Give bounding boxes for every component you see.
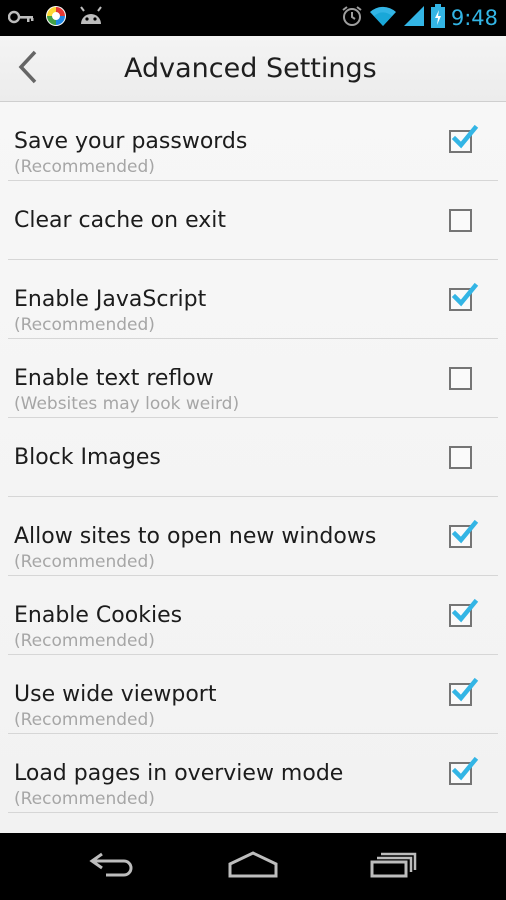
alarm-icon (341, 5, 363, 31)
setting-label: Block Images (14, 445, 161, 470)
status-time: 9:48 (450, 6, 498, 30)
setting-row-clear-cache[interactable]: Clear cache on exit (0, 181, 506, 260)
checkmark-icon (451, 519, 479, 544)
checkbox-cookies[interactable] (449, 598, 479, 627)
app-color-icon (44, 4, 68, 32)
divider (8, 812, 498, 813)
checkbox-javascript[interactable] (449, 282, 479, 311)
checkbox-new-windows[interactable] (449, 519, 479, 548)
setting-row-cookies[interactable]: Enable Cookies (Recommended) (0, 576, 506, 655)
nav-back-button[interactable] (77, 843, 147, 889)
navigation-bar (0, 833, 506, 900)
setting-row-wide-viewport[interactable]: Use wide viewport (Recommended) (0, 655, 506, 734)
home-nav-icon (226, 850, 280, 882)
recent-apps-icon (369, 850, 419, 882)
setting-label: Enable Cookies (14, 603, 183, 628)
nav-recent-button[interactable] (359, 843, 429, 889)
setting-row-javascript[interactable]: Enable JavaScript (Recommended) (0, 260, 506, 339)
setting-sub: (Recommended) (14, 315, 155, 335)
action-bar: Advanced Settings (0, 36, 506, 102)
setting-label: Allow sites to open new windows (14, 524, 377, 549)
setting-row-text-reflow[interactable]: Enable text reflow (Websites may look we… (0, 339, 506, 418)
checkmark-icon (451, 677, 479, 702)
wifi-icon (369, 5, 397, 31)
checkbox-text-reflow[interactable] (449, 367, 472, 390)
setting-sub: (Recommended) (14, 157, 155, 177)
setting-label: Use wide viewport (14, 682, 217, 707)
signal-icon (403, 5, 425, 31)
checkmark-icon (451, 756, 479, 781)
key-icon (7, 9, 34, 28)
checkbox-overview-mode[interactable] (449, 756, 479, 785)
setting-sub: (Recommended) (14, 789, 155, 809)
android-icon (78, 6, 104, 30)
setting-sub: (Recommended) (14, 710, 155, 730)
battery-charging-icon (430, 4, 445, 32)
checkmark-icon (451, 598, 479, 623)
checkmark-icon (451, 124, 479, 149)
back-nav-icon (88, 850, 136, 882)
setting-sub: (Recommended) (14, 552, 155, 572)
setting-row-new-windows[interactable]: Allow sites to open new windows (Recomme… (0, 497, 506, 576)
chevron-left-icon (17, 50, 39, 88)
setting-row-save-passwords[interactable]: Save your passwords (Recommended) (0, 102, 506, 181)
status-bar: 9:48 (0, 0, 506, 36)
setting-label: Enable text reflow (14, 366, 214, 391)
setting-label: Clear cache on exit (14, 208, 226, 233)
checkbox-save-passwords[interactable] (449, 124, 479, 153)
setting-row-overview-mode[interactable]: Load pages in overview mode (Recommended… (0, 734, 506, 813)
checkbox-wide-viewport[interactable] (449, 677, 479, 706)
setting-label: Save your passwords (14, 129, 248, 154)
checkmark-icon (451, 282, 479, 307)
nav-home-button[interactable] (218, 843, 288, 889)
setting-sub: (Websites may look weird) (14, 394, 240, 414)
settings-list: Save your passwords (Recommended) Clear … (0, 102, 506, 833)
checkbox-clear-cache[interactable] (449, 209, 472, 232)
back-button[interactable] (0, 36, 56, 102)
checkbox-block-images[interactable] (449, 446, 472, 469)
setting-label: Load pages in overview mode (14, 761, 344, 786)
setting-row-block-images[interactable]: Block Images (0, 418, 506, 497)
setting-sub: (Recommended) (14, 631, 155, 651)
page-title: Advanced Settings (124, 53, 377, 84)
setting-label: Enable JavaScript (14, 287, 207, 312)
